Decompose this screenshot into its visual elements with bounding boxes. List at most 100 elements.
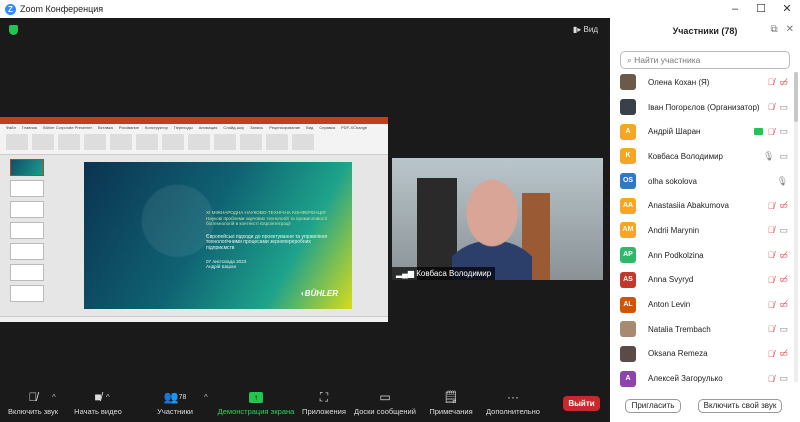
ppt-tab[interactable]: Анимация <box>199 125 218 130</box>
window-title: Zoom Конференция <box>20 4 104 14</box>
slide-thumbnails <box>10 159 44 306</box>
camera-icon: ▭ <box>779 373 788 384</box>
audio-options-caret[interactable]: ^ <box>52 393 56 402</box>
video-options-caret[interactable]: ^ <box>106 393 110 402</box>
mic-off-icon: 🎙̸ <box>767 77 775 88</box>
popout-icon[interactable]: ⧉ <box>770 24 777 35</box>
mic-off-icon: 🎙̸ <box>767 324 775 335</box>
ppt-tab[interactable]: Конструктор <box>145 125 168 130</box>
meeting-toolbar: 🎙̸ Включить звук ^ ■̸ Начать видео ^ 👥 78 Уч… <box>0 385 610 422</box>
avatar: AL <box>620 296 636 313</box>
ppt-tab[interactable]: Рисование <box>119 125 139 130</box>
zoom-logo-icon: Z <box>5 3 16 15</box>
participant-row[interactable]: AP Ann Podkolzina 🎙̸ ▭̸ <box>610 243 794 268</box>
slide-conference: XI МІЖНАРОДНА НАУКОВО-ТЕХНІЧНА КОНФЕРЕНЦ… <box>206 210 326 215</box>
slide-subtitle: Наукові проблеми харчових технологій та … <box>206 215 328 227</box>
participants-panel: Участники (78) ⧉ ✕ ⌕ Найти участника Олен… <box>610 18 800 422</box>
video-person <box>452 168 532 280</box>
mic-off-icon: 🎙̸ <box>767 200 775 211</box>
whiteboards-button[interactable]: ▭ Доски сообщений <box>352 387 418 416</box>
participant-name: Олена Кохан (Я) <box>648 77 710 87</box>
camera-icon: ▭ <box>779 323 788 334</box>
shared-screen[interactable]: Файл Главная Bühler Corporate Presenter Вст… <box>0 117 388 322</box>
avatar: AS <box>620 271 636 288</box>
ppt-tab[interactable]: Главная <box>22 125 37 130</box>
participant-name: Андрій Шаран <box>648 127 701 137</box>
notes-button[interactable]: 🗒 Примечания <box>426 387 476 416</box>
avatar <box>620 99 636 116</box>
search-icon: ⌕ <box>627 55 632 65</box>
video-name-label: ▂▄▆ Ковбаса Володимир <box>392 267 496 280</box>
powerpoint-ribbon <box>0 131 388 155</box>
more-button[interactable]: ··· Дополнительно <box>482 387 544 416</box>
participant-name: Anna Svyryd <box>648 275 694 285</box>
participant-name: Anastasiia Abakumova <box>648 201 729 211</box>
participant-video[interactable]: ▂▄▆ Ковбаса Володимир <box>392 158 603 280</box>
ppt-tab[interactable]: Слайд-шоу <box>223 125 244 130</box>
participant-name: Ковбаса Володимир <box>648 151 723 161</box>
ppt-tab[interactable]: Вид <box>306 125 313 130</box>
camera-off-icon: ▭̸ <box>779 249 788 260</box>
ppt-tab[interactable]: Справка <box>319 125 335 130</box>
participants-icon: 👥 78 <box>163 390 187 404</box>
ppt-tab[interactable]: Вставка <box>98 125 113 130</box>
ppt-tab[interactable]: Переходы <box>174 125 193 130</box>
avatar <box>620 321 636 338</box>
participant-row[interactable]: Іван Погорєлов (Организатор) 🎙̸ ▭ <box>610 95 794 120</box>
ppt-tab[interactable]: Рецензирование <box>269 125 300 130</box>
participant-row[interactable]: Олена Кохан (Я) 🎙̸ ▭̸ <box>610 70 794 95</box>
camera-off-icon: ▭̸ <box>779 299 788 310</box>
ppt-tab[interactable]: Запись <box>250 125 263 130</box>
participant-name: Алексей Загорулько <box>648 374 723 384</box>
maximize-button[interactable]: ☐ <box>748 0 774 18</box>
participant-row[interactable]: AA Anastasiia Abakumova 🎙̸ ▭̸ <box>610 193 794 218</box>
mic-off-icon: 🎙̸ <box>767 126 775 137</box>
encryption-shield-icon[interactable] <box>9 25 18 35</box>
camera-icon: ▭ <box>779 150 788 161</box>
ppt-tab[interactable]: Файл <box>6 125 16 130</box>
unmute-self-button[interactable]: Включить свой звук <box>698 399 782 413</box>
ppt-tab[interactable]: PDF-XChange <box>341 125 367 130</box>
participant-row[interactable]: A Андрій Шаран 🎙̸ ▭ <box>610 119 794 144</box>
camera-icon: ▭ <box>779 126 788 137</box>
mic-off-icon: 🎙̸ <box>767 299 775 310</box>
notes-icon: 🗒 <box>443 390 459 404</box>
camera-off-icon: ▭̸ <box>779 76 788 87</box>
participant-row[interactable]: AL Anton Levin 🎙̸ ▭̸ <box>610 292 794 317</box>
invite-button[interactable]: Пригласить <box>625 399 681 413</box>
mic-off-icon: 🎙̸ <box>767 348 775 359</box>
powerpoint-tabs: Файл Главная Bühler Corporate Presenter Вст… <box>0 124 388 131</box>
view-label: Вид <box>583 25 598 34</box>
participants-options-caret[interactable]: ^ <box>204 393 208 402</box>
avatar: AM <box>620 222 636 239</box>
participant-row[interactable]: OS olha sokolova 🎙 <box>610 169 794 194</box>
close-window-button[interactable]: ✕ <box>774 0 800 18</box>
scrollbar[interactable] <box>794 72 798 382</box>
presentation-slide: XI МІЖНАРОДНА НАУКОВО-ТЕХНІЧНА КОНФЕРЕНЦ… <box>84 162 352 309</box>
mic-off-icon: 🎙̸ <box>767 102 775 113</box>
participant-row[interactable]: AS Anna Svyryd 🎙̸ ▭̸ <box>610 268 794 293</box>
leave-button[interactable]: Выйти <box>563 396 600 411</box>
minimize-button[interactable]: – <box>722 0 748 18</box>
participant-row[interactable]: AM Andrii Marynin 🎙̸ ▭ <box>610 218 794 243</box>
participant-row[interactable]: Oksana Remeza 🎙̸ ▭̸ <box>610 342 794 367</box>
powerpoint-titlebar <box>0 117 388 124</box>
avatar: OS <box>620 173 636 190</box>
participant-row[interactable]: Natalia Trembach 🎙̸ ▭ <box>610 317 794 342</box>
start-video-button[interactable]: ■̸ Начать видео <box>70 387 126 416</box>
camera-off-icon: ■̸ <box>94 390 102 404</box>
ppt-tab[interactable]: Bühler Corporate Presenter <box>43 125 92 130</box>
sharing-icon <box>753 128 763 136</box>
view-button[interactable]: ▮▸ Вид <box>573 25 598 34</box>
participant-name: Andrii Marynin <box>648 225 700 235</box>
mic-off-icon: 🎙̸ <box>767 274 775 285</box>
share-screen-button[interactable]: ↑ Демонстрация экрана <box>216 387 296 416</box>
participant-row[interactable]: A Алексей Загорулько 🎙̸ ▭ <box>610 366 794 391</box>
close-panel-icon[interactable]: ✕ <box>786 24 794 35</box>
search-participant-input[interactable]: ⌕ Найти участника <box>620 51 790 69</box>
participant-row[interactable]: K Ковбаса Володимир 🎙 ▭ <box>610 144 794 169</box>
powerpoint-statusbar <box>0 316 388 322</box>
apps-button[interactable]: ⛶ Приложения <box>300 387 348 417</box>
participants-button[interactable]: 👥 78 Участники <box>150 387 200 416</box>
share-arrow-icon: ↑ <box>249 391 263 403</box>
